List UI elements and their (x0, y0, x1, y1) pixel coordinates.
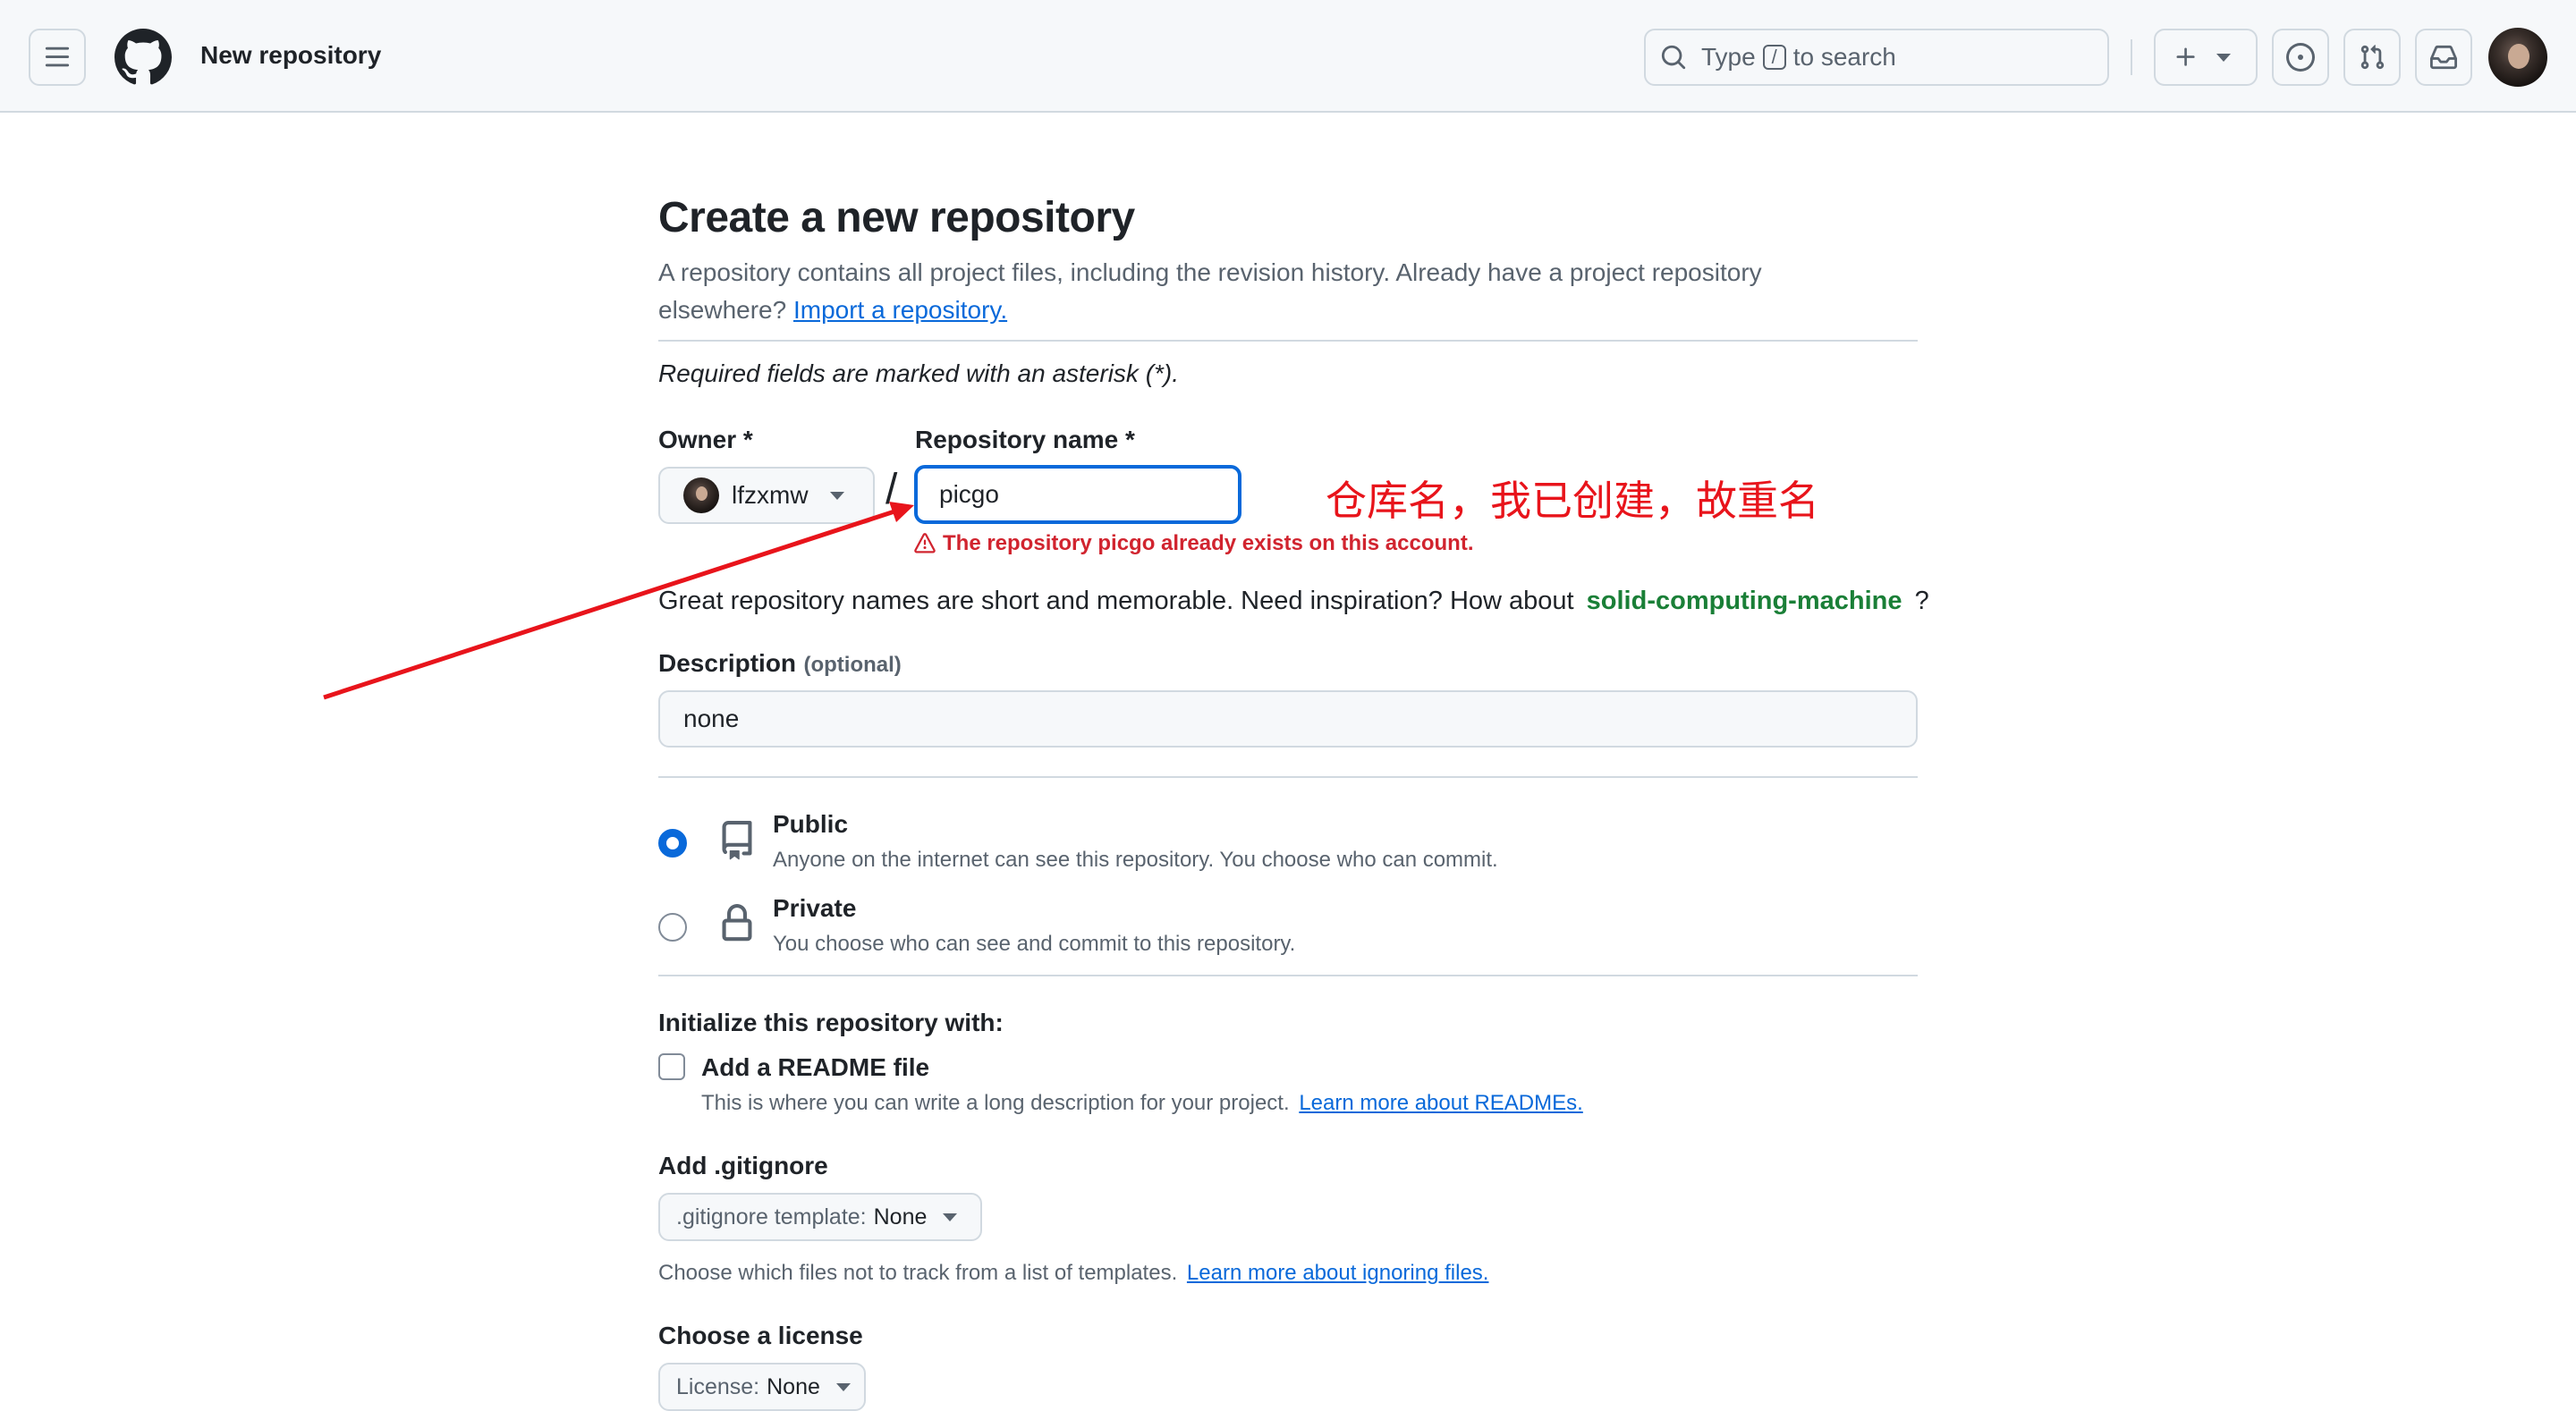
repo-icon (722, 821, 752, 860)
divider (658, 776, 1918, 778)
avatar[interactable] (2488, 28, 2547, 87)
intro-text-line2: elsewhere? (658, 296, 787, 324)
menu-icon (45, 46, 70, 67)
search-prefix: Type (1701, 43, 1756, 71)
gitignore-description: Choose which files not to track from a l… (658, 1261, 1488, 1286)
readme-learn-more-link[interactable]: Learn more about READMEs. (1299, 1091, 1582, 1115)
visibility-private-radio[interactable] (658, 913, 687, 942)
readme-label[interactable]: Add a README file (701, 1053, 929, 1082)
pull-requests-button[interactable] (2343, 29, 2401, 86)
private-label: Private (773, 894, 857, 922)
license-heading: Choose a license (658, 1322, 863, 1349)
github-logo-icon[interactable] (114, 29, 172, 86)
suggested-name[interactable]: solid-computing-machine (1587, 587, 1902, 615)
repo-name-error-text: The repository picgo already exists on t… (943, 531, 1474, 555)
gitignore-description-text: Choose which files not to track from a l… (658, 1261, 1178, 1285)
search-shortcut-key: / (1762, 45, 1786, 70)
owner-label: Owner * (658, 426, 753, 453)
divider (658, 340, 1918, 342)
initialize-heading: Initialize this repository with: (658, 1009, 1004, 1036)
issues-button[interactable] (2272, 29, 2329, 86)
description-value: none (683, 705, 740, 732)
create-new-button[interactable] (2154, 29, 2258, 86)
description-label-text: Description (658, 649, 797, 677)
divider (658, 975, 1918, 976)
readme-description-text: This is where you can write a long descr… (701, 1091, 1290, 1115)
import-repository-link[interactable]: Import a repository. (793, 296, 1007, 324)
description-input[interactable]: none (658, 690, 1918, 748)
header-divider (2131, 39, 2132, 75)
inbox-icon (2430, 45, 2457, 70)
suggestion-text: Great repository names are short and mem… (658, 587, 1574, 615)
required-note: Required fields are marked with an aster… (658, 359, 1180, 387)
gitignore-button-prefix: .gitignore template: (676, 1204, 867, 1229)
public-label: Public (773, 810, 849, 838)
repo-name-label: Repository name * (915, 426, 1135, 453)
inbox-button[interactable] (2415, 29, 2472, 86)
private-description: You choose who can see and commit to thi… (773, 932, 1296, 956)
public-description: Anyone on the internet can see this repo… (773, 848, 1498, 872)
description-label: Description (optional) (658, 649, 902, 678)
gitignore-button-value: None (873, 1204, 928, 1229)
page-intro: A repository contains all project files,… (658, 254, 1928, 329)
readme-checkbox[interactable] (658, 1053, 685, 1080)
owner-avatar (683, 477, 719, 513)
visibility-public-radio[interactable] (658, 829, 687, 858)
gitignore-heading: Add .gitignore (658, 1152, 828, 1179)
license-button-value: None (767, 1373, 820, 1399)
owner-select[interactable]: lfzxmw (658, 467, 875, 524)
repository-name-value: picgo (939, 480, 999, 508)
annotation-text: 仓库名，我已创建，故重名 (1326, 477, 1819, 525)
owner-repo-slash: / (886, 466, 898, 513)
suggestion-end: ? (1914, 587, 1929, 615)
header-title[interactable]: New repository (200, 41, 381, 70)
alert-icon (914, 533, 936, 553)
page-title: Create a new repository (658, 194, 1135, 241)
readme-description: This is where you can write a long descr… (701, 1091, 1583, 1116)
repository-name-input[interactable]: picgo (914, 465, 1241, 524)
chevron-down-icon (829, 491, 844, 500)
lock-icon (722, 904, 752, 942)
search-icon (1661, 45, 1686, 70)
chevron-down-icon (2216, 53, 2231, 62)
intro-text: A repository contains all project files,… (658, 258, 1762, 286)
chevron-down-icon (835, 1382, 851, 1391)
search-suffix: to search (1792, 43, 1896, 71)
gitignore-template-select[interactable]: .gitignore template: None (658, 1193, 982, 1241)
plus-icon (2176, 47, 2195, 66)
name-suggestion: Great repository names are short and mem… (658, 587, 1929, 616)
description-optional: (optional) (803, 653, 902, 677)
gitignore-learn-more-link[interactable]: Learn more about ignoring files. (1187, 1261, 1489, 1285)
owner-value: lfzxmw (732, 481, 809, 509)
repo-name-error: The repository picgo already exists on t… (914, 531, 1473, 556)
license-button-prefix: License: (676, 1373, 760, 1399)
pull-request-icon (2360, 45, 2385, 70)
license-select[interactable]: License: None (658, 1363, 866, 1411)
search-input[interactable]: Type / to search (1644, 29, 2109, 86)
top-header: New repository Type / to search (0, 0, 2576, 113)
issues-icon (2286, 43, 2315, 72)
menu-button[interactable] (29, 29, 86, 86)
chevron-down-icon (943, 1212, 958, 1221)
